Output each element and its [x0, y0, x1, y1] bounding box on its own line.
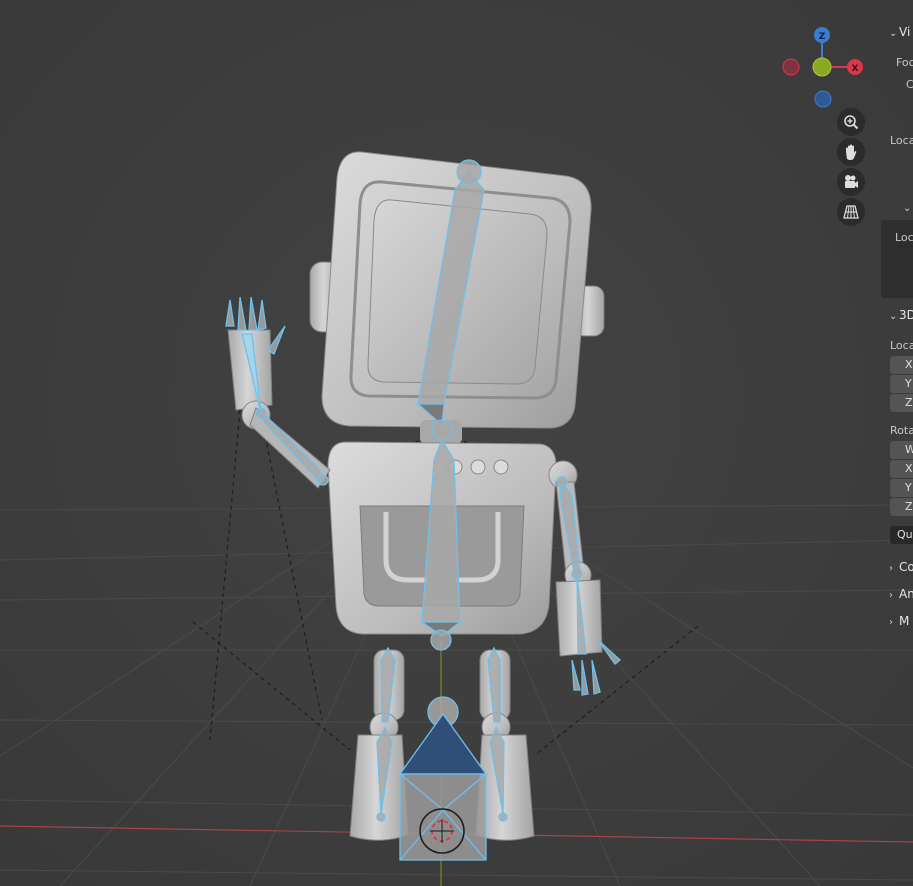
3d-viewport[interactable]: Z X [0, 0, 913, 886]
view-section-header[interactable]: ⌄ Vi [889, 25, 910, 39]
bone-foot-right-joint[interactable] [498, 812, 508, 822]
cursor-rotation-w-field[interactable]: W [890, 441, 913, 459]
cursor-rotation-label: Rota [890, 424, 913, 437]
local-collection-label: Loc [895, 231, 913, 244]
chevron-right-icon: › [889, 590, 893, 601]
zoom-icon [844, 115, 859, 130]
bone-foot-left-joint[interactable] [376, 812, 386, 822]
chevron-down-icon: ⌄ [889, 311, 898, 322]
grid-perspective-icon [843, 205, 859, 219]
robot-buttons [447, 459, 509, 475]
chevron-right-icon: › [889, 617, 893, 628]
collection-section-header[interactable]: ⌄ [903, 200, 913, 214]
gizmo-neg-x[interactable] [782, 58, 800, 76]
gizmo-y[interactable] [812, 57, 832, 77]
clip-label: C [906, 78, 913, 91]
collapsed-section-1[interactable]: › Co [889, 560, 913, 574]
pan-hand-icon [846, 144, 857, 160]
cursor-location-label: Loca [890, 339, 913, 352]
chevron-right-icon: › [889, 563, 893, 574]
bone-root-body[interactable] [399, 773, 487, 861]
local-camera-label: Loca [890, 134, 913, 147]
bone-hips-joint[interactable] [430, 629, 452, 651]
zoom-button[interactable] [837, 108, 865, 136]
collapsed-section-3[interactable]: › M [889, 614, 909, 628]
3d-cursor-section-title: 3D [899, 308, 913, 322]
sidebar-n-panel[interactable]: ⌄ Vi Foc C Loca ⌄ Loc ⌄ 3D Loca X Y Z Rota… [881, 0, 913, 886]
collapsed-section-2-title: An [899, 587, 913, 601]
3d-cursor-section-header[interactable]: ⌄ 3D [889, 308, 913, 322]
chevron-down-icon: ⌄ [903, 203, 912, 214]
rotation-mode-select[interactable]: Qua [890, 526, 913, 544]
cursor-rotation-x-field[interactable]: X [890, 460, 913, 478]
bone-neck-joint[interactable] [431, 419, 453, 441]
perspective-toggle-button[interactable] [837, 198, 865, 226]
cursor-location-y-field[interactable]: Y [890, 375, 913, 393]
camera-view-button[interactable] [837, 168, 865, 196]
focal-length-label: Foc [896, 56, 913, 69]
collapsed-section-2[interactable]: › An [889, 587, 913, 601]
cursor-location-z-field[interactable]: Z [890, 394, 913, 412]
bone-head-tail-joint[interactable] [456, 159, 482, 185]
cursor-rotation-z-field[interactable]: Z [890, 498, 913, 516]
cursor-location-x-field[interactable]: X [890, 356, 913, 374]
collapsed-section-1-title: Co [899, 560, 913, 574]
bone-shoulder-right-joint[interactable] [556, 476, 568, 488]
gizmo-z-label: Z [819, 32, 826, 42]
pan-button[interactable] [837, 138, 865, 166]
bone-shoulder-left-joint[interactable] [317, 474, 329, 486]
chevron-down-icon: ⌄ [889, 28, 898, 39]
camera-icon [845, 175, 858, 188]
gizmo-neg-z[interactable] [814, 90, 832, 108]
gizmo-x-label: X [852, 64, 859, 74]
collapsed-section-3-title: M [899, 614, 910, 628]
cursor-rotation-y-field[interactable]: Y [890, 479, 913, 497]
view-section-title: Vi [899, 25, 911, 39]
